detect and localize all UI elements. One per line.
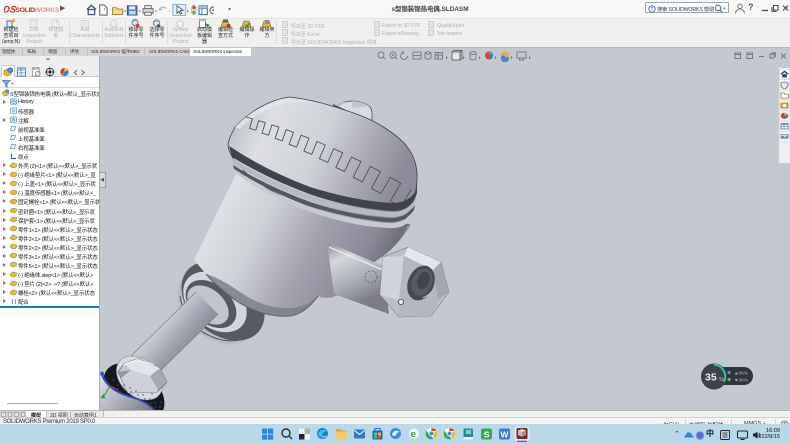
svg-text:▲0K/s: ▲0K/s (734, 371, 748, 376)
svg-text:▼0K/s: ▼0K/s (734, 378, 748, 383)
svg-text:SOLID: SOLID (16, 7, 36, 14)
svg-text:35: 35 (705, 372, 717, 384)
svg-text:?: ? (650, 7, 653, 13)
svg-text:e: e (411, 429, 416, 440)
svg-text:S: S (484, 429, 490, 439)
svg-text:W: W (500, 429, 509, 439)
svg-text:%: % (719, 377, 724, 383)
svg-text:WORKS: WORKS (35, 7, 60, 14)
